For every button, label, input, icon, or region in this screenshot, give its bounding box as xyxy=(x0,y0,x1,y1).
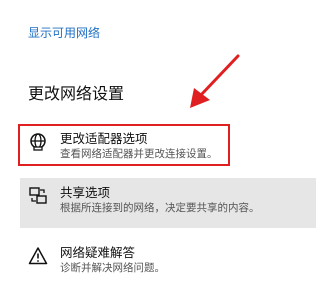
option-description: 诊断并解决网络问题。 xyxy=(60,262,165,274)
network-troubleshooter-item[interactable]: 网络疑难解答 诊断并解决网络问题。 xyxy=(24,238,314,286)
show-available-networks-link[interactable]: 显示可用网络 xyxy=(28,24,100,41)
section-title: 更改网络设置 xyxy=(28,84,125,103)
adapter-icon xyxy=(30,133,46,151)
warning-icon xyxy=(28,247,48,265)
option-title: 更改适配器选项 xyxy=(60,131,148,146)
option-description: 查看网络适配器并更改连接设置。 xyxy=(60,148,218,160)
option-description: 根据所连接到的网络，决定要共享的内容。 xyxy=(60,202,260,214)
sharing-options-item[interactable]: 共享选项 根据所连接到的网络，决定要共享的内容。 xyxy=(20,178,316,228)
option-title: 网络疑难解答 xyxy=(60,245,136,260)
sharing-icon xyxy=(29,187,47,204)
option-title: 共享选项 xyxy=(60,185,111,200)
change-adapter-options-item[interactable]: 更改适配器选项 查看网络适配器并更改连接设置。 xyxy=(24,124,314,172)
